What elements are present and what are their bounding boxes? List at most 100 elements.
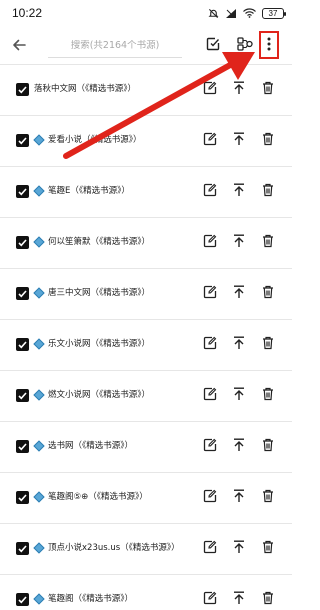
delete-icon (262, 539, 274, 558)
source-row[interactable]: 乐文小说网（《精选书源》） (0, 319, 292, 370)
diamond-icon (33, 440, 45, 452)
source-row[interactable]: 笔趣阁⑤⊕（《精选书源》） (0, 472, 292, 523)
move-to-top-button[interactable] (230, 131, 248, 149)
edit-button[interactable] (201, 284, 219, 302)
source-name: 选书网（《精选书源》） (48, 441, 134, 451)
delete-button[interactable] (259, 488, 277, 506)
diamond-icon (33, 593, 45, 605)
delete-icon (262, 386, 274, 405)
move-to-top-button[interactable] (230, 233, 248, 251)
source-row[interactable]: 笔趣E（《精选书源》） (0, 166, 292, 217)
delete-button[interactable] (259, 80, 277, 98)
edit-button[interactable] (201, 488, 219, 506)
delete-button[interactable] (259, 182, 277, 200)
source-checkbox[interactable] (16, 338, 29, 351)
edit-icon (203, 335, 217, 354)
delete-icon (262, 590, 274, 609)
source-checkbox[interactable] (16, 491, 29, 504)
source-checkbox[interactable] (16, 287, 29, 300)
share-icon (237, 36, 253, 55)
search-input[interactable] (48, 39, 182, 51)
diamond-icon (33, 287, 45, 299)
move-to-top-button[interactable] (230, 539, 248, 557)
move-to-top-button[interactable] (230, 80, 248, 98)
edit-button[interactable] (201, 335, 219, 353)
edit-button[interactable] (201, 539, 219, 557)
source-row[interactable]: 笔趣阁（《精选书源》） (0, 574, 292, 610)
delete-button[interactable] (259, 590, 277, 608)
back-arrow-icon (12, 36, 26, 55)
source-row[interactable]: 落秋中文网（《精选书源》） (0, 64, 292, 115)
delete-button[interactable] (259, 386, 277, 404)
status-icons: 37 (208, 7, 286, 19)
delete-icon (262, 335, 274, 354)
delete-button[interactable] (259, 131, 277, 149)
delete-icon (262, 488, 274, 507)
source-checkbox[interactable] (16, 236, 29, 249)
move-to-top-button[interactable] (230, 182, 248, 200)
source-checkbox[interactable] (16, 389, 29, 402)
move-to-top-icon (233, 539, 245, 558)
delete-button[interactable] (259, 335, 277, 353)
edit-icon (203, 80, 217, 99)
edit-button[interactable] (201, 233, 219, 251)
move-to-top-button[interactable] (230, 284, 248, 302)
edit-button[interactable] (201, 437, 219, 455)
source-checkbox[interactable] (16, 440, 29, 453)
edit-icon (203, 182, 217, 201)
source-row[interactable]: 顶点小说x23us.us（《精选书源》） (0, 523, 292, 574)
edit-button[interactable] (201, 80, 219, 98)
source-row[interactable]: 燃文小说网（《精选书源》） (0, 370, 292, 421)
move-to-top-button[interactable] (230, 590, 248, 608)
back-button[interactable] (0, 26, 38, 64)
edit-icon (203, 437, 217, 456)
source-row[interactable]: 何以笙箫默（《精选书源》） (0, 217, 292, 268)
annotation-highlight-box (259, 31, 279, 59)
source-checkbox[interactable] (16, 593, 29, 606)
source-checkbox[interactable] (16, 185, 29, 198)
delete-button[interactable] (259, 284, 277, 302)
search-box[interactable] (48, 26, 182, 64)
move-to-top-button[interactable] (230, 386, 248, 404)
edit-button[interactable] (201, 386, 219, 404)
wifi-icon (243, 8, 256, 18)
select-all-button[interactable] (198, 26, 228, 64)
edit-button[interactable] (201, 131, 219, 149)
mute-bell-icon (208, 8, 219, 19)
source-name: 笔趣阁⑤⊕（《精选书源》） (48, 492, 148, 502)
source-name: 爱看小说（《精选书源》） (48, 135, 142, 145)
source-checkbox[interactable] (16, 134, 29, 147)
move-to-top-button[interactable] (230, 437, 248, 455)
move-to-top-icon (233, 284, 245, 303)
source-row[interactable]: 唐三中文网（《精选书源》） (0, 268, 292, 319)
source-row[interactable]: 爱看小说（《精选书源》） (0, 115, 292, 166)
source-checkbox[interactable] (16, 83, 29, 96)
edit-button[interactable] (201, 590, 219, 608)
search-underline (48, 57, 182, 58)
edit-icon (203, 233, 217, 252)
signal-icon (225, 8, 237, 19)
source-name: 燃文小说网（《精选书源》） (48, 390, 151, 400)
edit-icon (203, 284, 217, 303)
delete-button[interactable] (259, 233, 277, 251)
source-name: 乐文小说网（《精选书源》） (48, 339, 151, 349)
delete-button[interactable] (259, 539, 277, 557)
source-name: 落秋中文网（《精选书源》） (34, 84, 137, 94)
source-row[interactable]: 选书网（《精选书源》） (0, 421, 292, 472)
move-to-top-icon (233, 386, 245, 405)
edit-button[interactable] (201, 182, 219, 200)
source-name: 笔趣阁（《精选书源》） (48, 594, 134, 604)
diamond-icon (33, 542, 45, 554)
status-bar: 10:22 37 (0, 0, 292, 26)
delete-button[interactable] (259, 437, 277, 455)
move-to-top-icon (233, 182, 245, 201)
source-name: 笔趣E（《精选书源》） (48, 186, 130, 196)
diamond-icon (33, 236, 45, 248)
share-button[interactable] (230, 26, 260, 64)
source-checkbox[interactable] (16, 542, 29, 555)
diamond-icon (33, 491, 45, 503)
select-all-icon (206, 36, 220, 55)
move-to-top-button[interactable] (230, 488, 248, 506)
source-name: 顶点小说x23us.us（《精选书源》） (48, 543, 180, 553)
move-to-top-button[interactable] (230, 335, 248, 353)
